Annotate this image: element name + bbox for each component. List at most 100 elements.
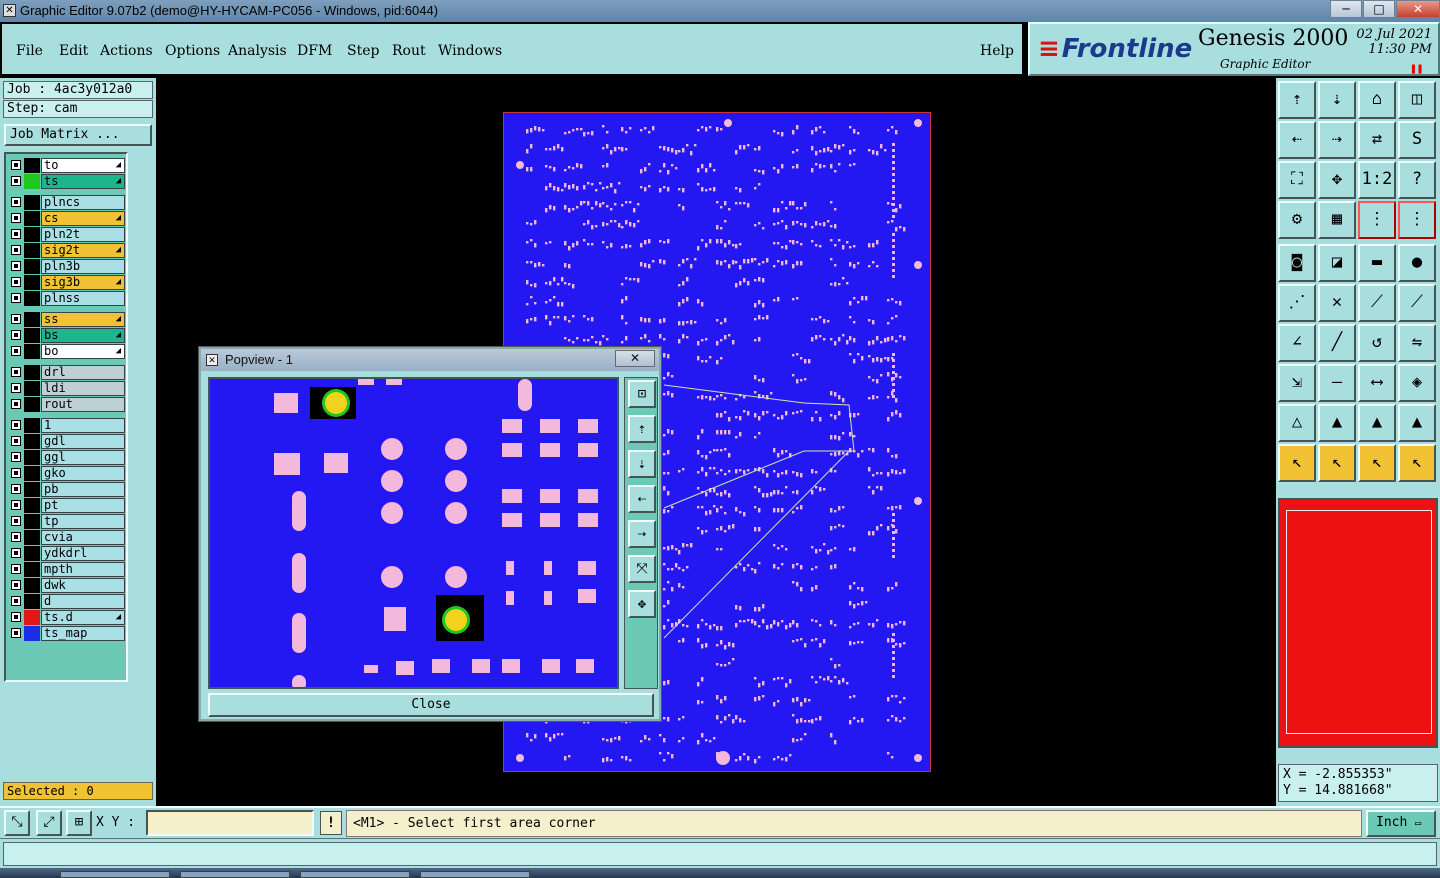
layer-checkbox[interactable] xyxy=(11,346,21,356)
menu-rout[interactable]: Rout xyxy=(392,43,426,59)
popview-close-button[interactable]: Close xyxy=(208,693,654,717)
line-alt-icon[interactable]: ⟋ xyxy=(1398,284,1436,322)
menu-help[interactable]: Help xyxy=(980,43,1014,59)
snake-icon[interactable]: S xyxy=(1398,121,1436,159)
layer-name[interactable]: ss ◢ xyxy=(41,312,125,327)
pan-right-icon[interactable]: ⇢ xyxy=(1318,121,1356,159)
layer-row[interactable]: plnss xyxy=(8,291,125,306)
popview-close-icon[interactable]: ✕ xyxy=(615,350,655,367)
layer-row[interactable]: rout xyxy=(8,397,125,412)
layer-name[interactable]: ts_map xyxy=(41,626,125,641)
taskbar-item[interactable] xyxy=(420,871,530,878)
layer-checkbox[interactable] xyxy=(11,229,21,239)
slash-icon[interactable]: ╱ xyxy=(1318,324,1356,362)
menu-edit[interactable]: Edit xyxy=(59,43,88,59)
layer-row[interactable]: bo ◢ xyxy=(8,344,125,359)
layer-color-swatch[interactable] xyxy=(24,344,40,359)
layer-checkbox[interactable] xyxy=(11,548,21,558)
layer-row[interactable]: tp xyxy=(8,514,125,529)
layer-checkbox[interactable] xyxy=(11,213,21,223)
zoom-fit-icon[interactable]: ⛶ xyxy=(1278,161,1316,199)
layer-row[interactable]: pln2t xyxy=(8,227,125,242)
swap-icon[interactable]: ⇄ xyxy=(1358,121,1396,159)
grid-snap-icon[interactable]: ⊞ xyxy=(66,810,92,836)
layer-color-swatch[interactable] xyxy=(24,259,40,274)
layer-name[interactable]: sig3b ◢ xyxy=(41,275,125,290)
layer-name[interactable]: mpth xyxy=(41,562,125,577)
layer-row[interactable]: ggl xyxy=(8,450,125,465)
layer-color-swatch[interactable] xyxy=(24,328,40,343)
layer-name[interactable]: plncs xyxy=(41,195,125,210)
layer-row[interactable]: gdl xyxy=(8,434,125,449)
pan-left-icon[interactable]: ⇠ xyxy=(1278,121,1316,159)
layer-name[interactable]: 1 xyxy=(41,418,125,433)
menu-step[interactable]: Step xyxy=(347,43,379,59)
layer-checkbox[interactable] xyxy=(11,580,21,590)
layer-control-icon[interactable]: ⋮ xyxy=(1358,201,1396,239)
layer-color-swatch[interactable] xyxy=(24,562,40,577)
dash-icon[interactable]: — xyxy=(1318,364,1356,402)
popview-canvas[interactable] xyxy=(208,377,619,689)
layer-name[interactable]: dwk xyxy=(41,578,125,593)
layer-checkbox[interactable] xyxy=(11,516,21,526)
layer-name[interactable]: pln3b xyxy=(41,259,125,274)
layer-checkbox[interactable] xyxy=(11,399,21,409)
layer-row[interactable]: bs ◢ xyxy=(8,328,125,343)
zoom-center-icon[interactable]: ✥ xyxy=(1318,161,1356,199)
pad-icon[interactable]: ◙ xyxy=(1278,244,1316,282)
layer-checkbox[interactable] xyxy=(11,160,21,170)
layer-name[interactable]: ts.d ◢ xyxy=(41,610,125,625)
move-icon[interactable]: ⇲ xyxy=(1278,364,1316,402)
layer-checkbox[interactable] xyxy=(11,367,21,377)
layer-name[interactable]: gko xyxy=(41,466,125,481)
menu-dfm[interactable]: DFM xyxy=(297,43,332,59)
pop-zoom-out-icon[interactable]: ✥ xyxy=(628,590,656,618)
layer-color-swatch[interactable] xyxy=(24,227,40,242)
layer-color-swatch[interactable] xyxy=(24,158,40,173)
home-icon[interactable]: ⌂ xyxy=(1358,81,1396,119)
scale-one-to-two-icon[interactable]: 1:2 xyxy=(1358,161,1396,199)
overview-map[interactable] xyxy=(1278,498,1438,748)
settings-icon[interactable]: ⚙ xyxy=(1278,201,1316,239)
layer-color-swatch[interactable] xyxy=(24,450,40,465)
layer-name[interactable]: sig2t ◢ xyxy=(41,243,125,258)
layer-row[interactable]: d xyxy=(8,594,125,609)
pointer-icon[interactable]: ↖ xyxy=(1278,444,1316,482)
layer-row[interactable]: sig2t ◢ xyxy=(8,243,125,258)
layer-name[interactable]: d xyxy=(41,594,125,609)
layer-color-swatch[interactable] xyxy=(24,211,40,226)
snap-alt-icon[interactable]: ⤢ xyxy=(36,810,62,836)
triangle-down-icon[interactable]: ▲ xyxy=(1398,404,1436,442)
arc-icon[interactable]: ↺ xyxy=(1358,324,1396,362)
layer-checkbox[interactable] xyxy=(11,596,21,606)
layer-checkbox[interactable] xyxy=(11,452,21,462)
layer-row[interactable]: pt xyxy=(8,498,125,513)
pop-zoom-fit-icon[interactable]: ⊡ xyxy=(628,380,656,408)
layer-checkbox[interactable] xyxy=(11,314,21,324)
layer-checkbox[interactable] xyxy=(11,628,21,638)
warning-icon[interactable]: ! xyxy=(320,811,342,835)
layer-color-swatch[interactable] xyxy=(24,418,40,433)
layer-color-swatch[interactable] xyxy=(24,514,40,529)
layer-row[interactable]: to ◢ xyxy=(8,158,125,173)
layer-name[interactable]: rout xyxy=(41,397,125,412)
menu-file[interactable]: File xyxy=(16,43,43,59)
layer-checkbox[interactable] xyxy=(11,176,21,186)
layer-checkbox[interactable] xyxy=(11,293,21,303)
layer-row[interactable]: ydkdrl xyxy=(8,546,125,561)
layer-name[interactable]: bs ◢ xyxy=(41,328,125,343)
home-up-icon[interactable]: ⇡ xyxy=(1278,81,1316,119)
layer-checkbox[interactable] xyxy=(11,436,21,446)
layer-name[interactable]: pt xyxy=(41,498,125,513)
layer-checkbox[interactable] xyxy=(11,484,21,494)
grid-icon[interactable]: ▦ xyxy=(1318,201,1356,239)
layer-color-swatch[interactable] xyxy=(24,291,40,306)
minimize-button[interactable]: ─ xyxy=(1330,0,1362,18)
line-fill-icon[interactable]: ◪ xyxy=(1318,244,1356,282)
layer-name[interactable]: to ◢ xyxy=(41,158,125,173)
layer-name[interactable]: ldi xyxy=(41,381,125,396)
pop-pan-up-icon[interactable]: ⇡ xyxy=(628,415,656,443)
layer-color-swatch[interactable] xyxy=(24,530,40,545)
pop-zoom-in-icon[interactable]: ⤧ xyxy=(628,555,656,583)
pop-pan-left-icon[interactable]: ⇠ xyxy=(628,485,656,513)
